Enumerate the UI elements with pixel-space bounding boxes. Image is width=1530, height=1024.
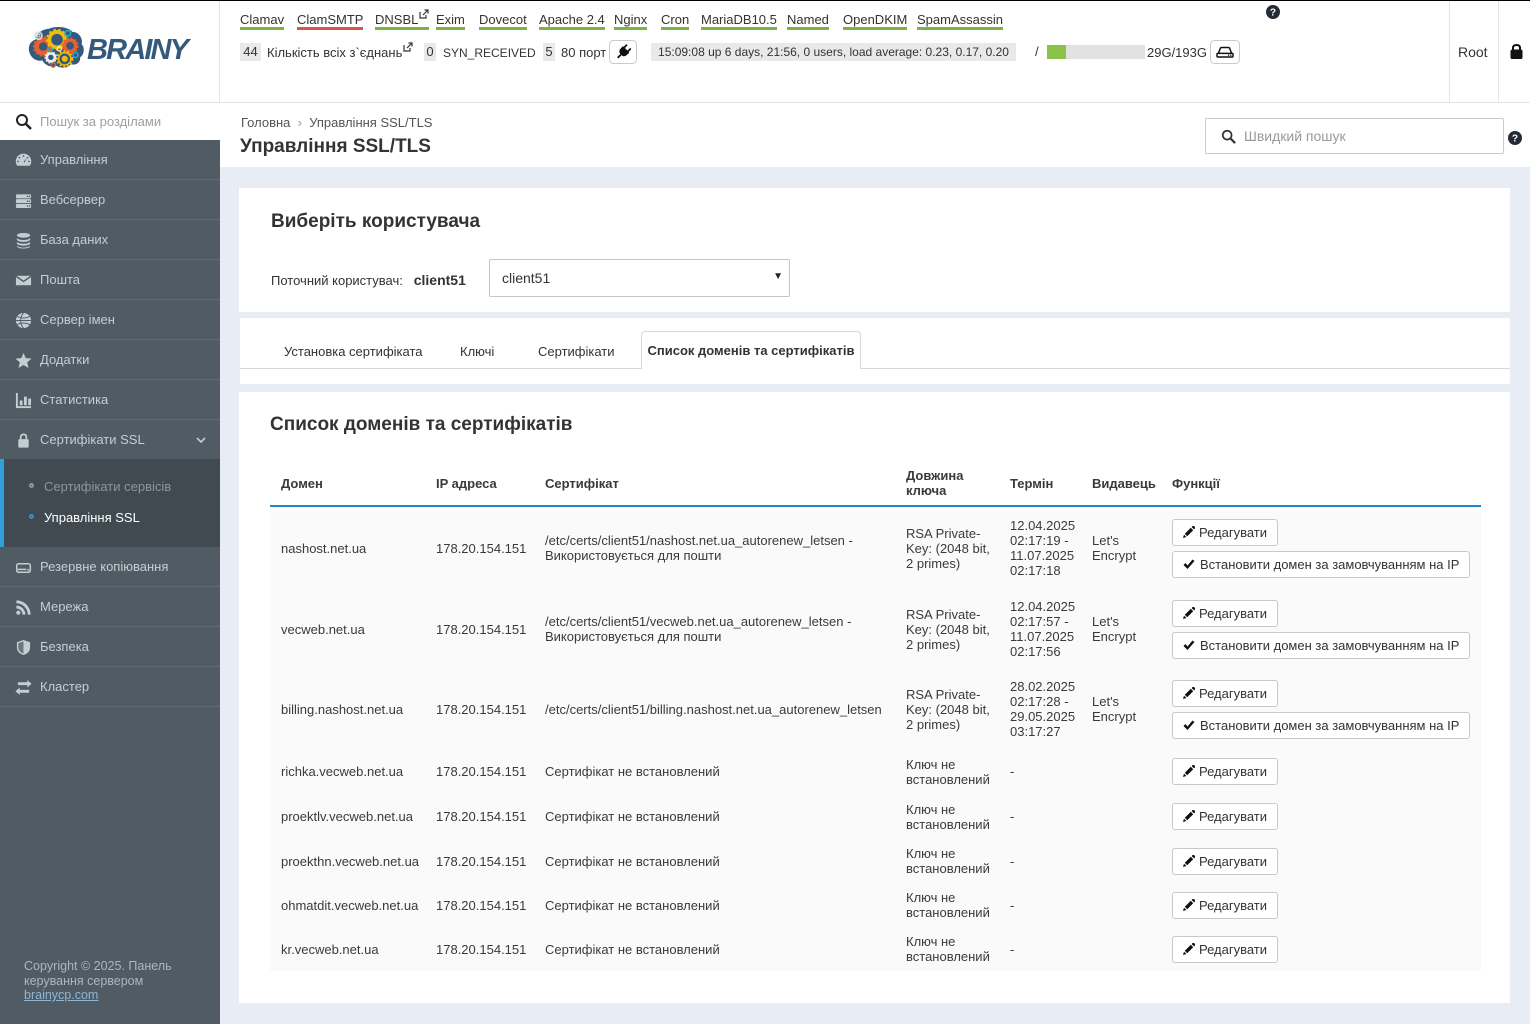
svg-text:BRAINY: BRAINY [87, 34, 192, 66]
svg-text:?: ? [1512, 134, 1518, 145]
svg-text:?: ? [1270, 8, 1276, 19]
